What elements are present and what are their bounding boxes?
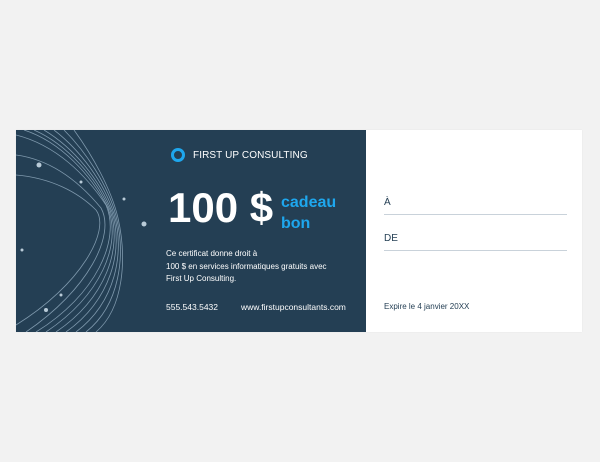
from-field[interactable]: DE bbox=[384, 232, 567, 251]
gift-amount: 100 $ bbox=[168, 184, 274, 231]
certificate-description: Ce certificat donne droit à 100 $ en ser… bbox=[166, 248, 361, 286]
brand: FIRST UP CONSULTING bbox=[171, 148, 308, 162]
gift-label: cadeau bon bbox=[281, 192, 336, 234]
to-label: À bbox=[384, 197, 391, 208]
certificate-dark-panel: FIRST UP CONSULTING 100 $ cadeau bon Ce … bbox=[16, 130, 366, 332]
from-label: DE bbox=[384, 233, 398, 244]
wave-lines-decoration bbox=[16, 130, 147, 332]
gift-label-line1: cadeau bbox=[281, 194, 337, 211]
brand-name: FIRST UP CONSULTING bbox=[193, 149, 308, 161]
website-url: www.firstupconsultants.com bbox=[241, 302, 346, 312]
description-line: First Up Consulting. bbox=[166, 274, 237, 283]
gift-certificate: FIRST UP CONSULTING 100 $ cadeau bon Ce … bbox=[16, 130, 582, 332]
phone-number: 555.543.5432 bbox=[166, 302, 218, 312]
description-line: Ce certificat donne droit à bbox=[166, 249, 258, 258]
ring-logo-icon bbox=[171, 148, 185, 162]
description-line: 100 $ en services informatiques gratuits… bbox=[166, 261, 327, 271]
to-field[interactable]: À bbox=[384, 196, 567, 215]
gift-label-line2: bon bbox=[281, 215, 311, 232]
expiry-date: Expire le 4 janvier 20XX bbox=[384, 302, 470, 311]
